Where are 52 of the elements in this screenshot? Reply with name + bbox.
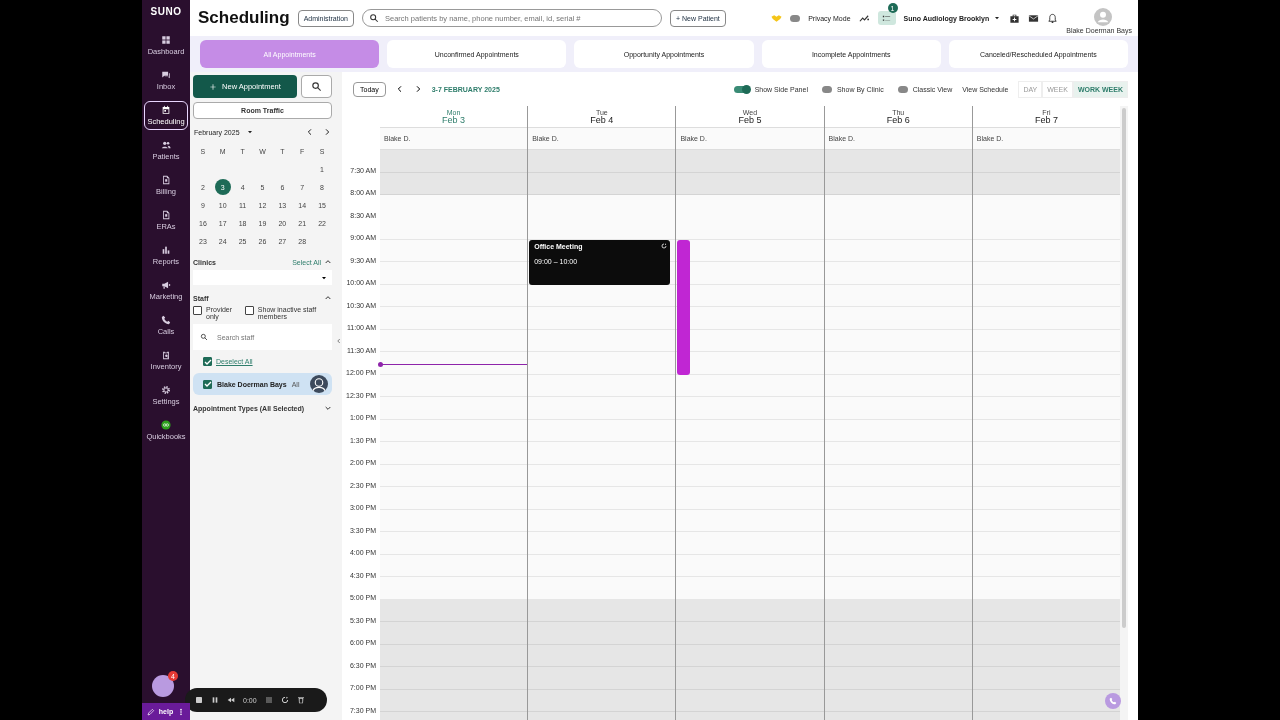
checkbox[interactable] — [244, 306, 254, 315]
grid-icon[interactable] — [264, 696, 273, 704]
search-icon — [311, 81, 322, 92]
search-icon — [369, 13, 379, 23]
grid-icon — [161, 35, 171, 45]
mail-icon[interactable] — [1028, 12, 1040, 24]
time-block[interactable] — [677, 240, 691, 375]
tasks-button[interactable] — [877, 11, 896, 25]
logo-icon — [161, 420, 171, 430]
document-icon — [161, 175, 171, 185]
restart-icon[interactable] — [280, 696, 289, 704]
phone-icon — [161, 315, 171, 325]
previous-icon[interactable] — [395, 85, 404, 93]
bar-chart-icon — [161, 245, 171, 255]
checkbox[interactable] — [193, 306, 202, 315]
check-icon — [203, 357, 212, 366]
search-icon — [200, 333, 208, 341]
toggle-switch[interactable] — [821, 85, 832, 93]
people-icon — [161, 140, 171, 150]
privacy-toggle[interactable] — [790, 14, 801, 22]
clipboard-icon — [161, 350, 171, 360]
scrollbar[interactable] — [1122, 108, 1126, 628]
checkbox[interactable] — [203, 379, 212, 389]
medical-bag-icon[interactable] — [1009, 12, 1021, 24]
phone-icon — [1109, 697, 1117, 705]
bell-icon[interactable] — [1047, 12, 1059, 24]
calendar-icon — [161, 105, 171, 115]
chat-icon — [161, 70, 171, 80]
logo: SUNO — [150, 6, 182, 17]
page-title: Scheduling — [198, 8, 290, 28]
rewind-icon[interactable] — [227, 696, 235, 704]
expand-icon[interactable] — [324, 404, 332, 412]
caret-icon — [993, 14, 1002, 22]
pause-icon[interactable] — [211, 696, 219, 704]
settings-icon — [161, 385, 171, 395]
repeat-icon — [661, 243, 668, 249]
trash-icon[interactable] — [296, 696, 305, 704]
collapse-icon[interactable] — [324, 294, 332, 302]
stop-icon[interactable] — [195, 696, 203, 704]
avatar-icon — [310, 375, 328, 393]
toggle-switch[interactable] — [897, 85, 908, 93]
collapse-icon[interactable] — [324, 258, 332, 266]
toggle-switch[interactable] — [733, 85, 750, 93]
previous-icon[interactable] — [306, 128, 314, 136]
caret-icon[interactable] — [245, 128, 254, 136]
megaphone-icon — [161, 280, 171, 290]
pencil-icon — [146, 707, 155, 716]
next-icon[interactable] — [323, 128, 331, 136]
check-icon — [203, 380, 212, 388]
checkbox[interactable] — [203, 357, 212, 366]
document-icon — [161, 210, 171, 220]
search-button[interactable] — [301, 75, 332, 98]
